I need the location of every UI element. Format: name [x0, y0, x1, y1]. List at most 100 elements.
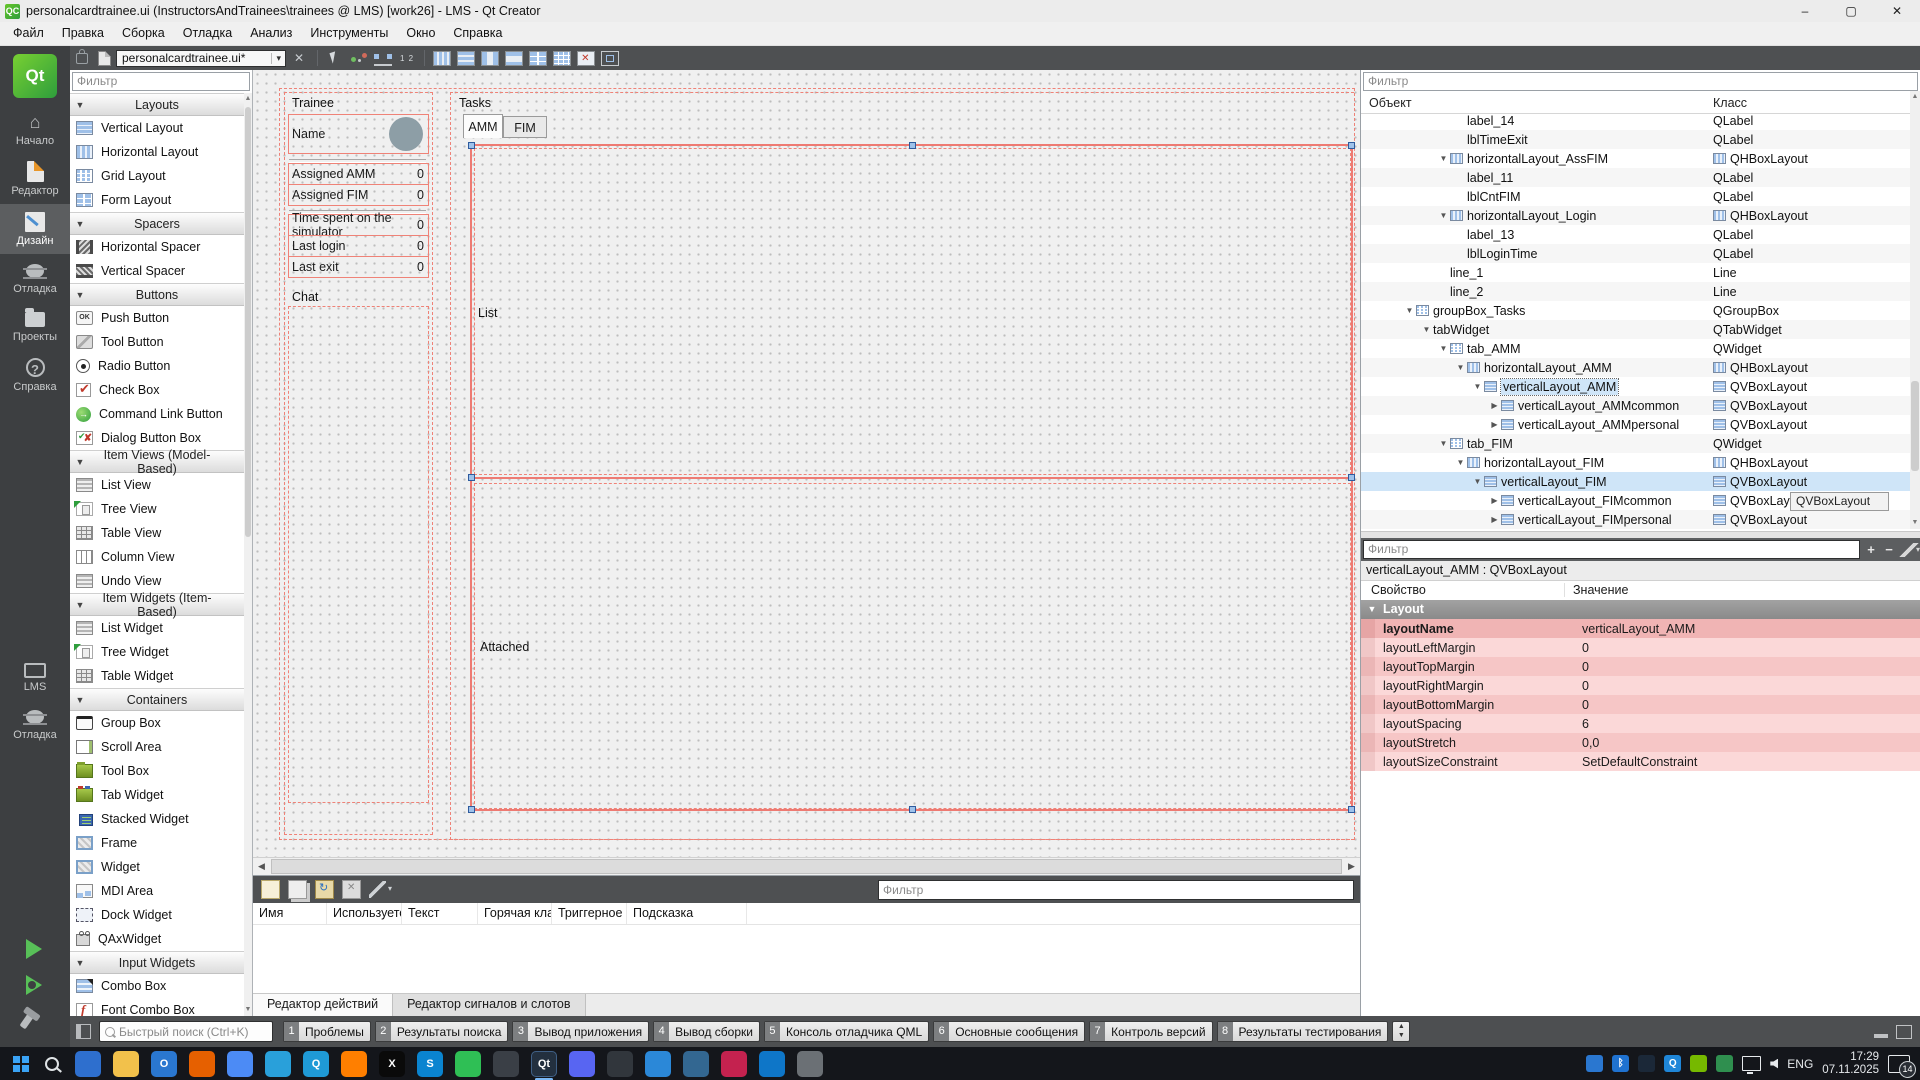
taskbar-search-icon[interactable]	[39, 1051, 65, 1077]
actions-column-0[interactable]: Имя	[253, 903, 327, 924]
layout-section-header[interactable]: ▼ Layout	[1361, 600, 1920, 619]
close-document-button[interactable]: ✕	[294, 51, 304, 65]
widget-item-column-view[interactable]: Column View	[70, 545, 244, 569]
widget-item-list-widget[interactable]: List Widget	[70, 616, 244, 640]
widgetbox-section-2[interactable]: ▼Buttons	[70, 283, 244, 306]
resize-handle[interactable]	[468, 142, 475, 149]
copy-action-icon[interactable]	[288, 880, 307, 899]
tree-row-label_13[interactable]: label_13QLabel	[1361, 225, 1910, 244]
widget-item-push-button[interactable]: Push Button	[70, 306, 244, 330]
property-value[interactable]: 0	[1574, 679, 1920, 693]
selected-layout-rect[interactable]: List Attached	[470, 144, 1353, 811]
output-pane-button-основные-сообщения[interactable]: 6Основные сообщения	[933, 1021, 1085, 1042]
chevron-down-icon[interactable]: ▼	[1437, 154, 1450, 163]
scroll-up-icon[interactable]: ▲	[1910, 91, 1920, 103]
configure-actions-icon[interactable]	[369, 881, 386, 898]
assigned-amm-row[interactable]: Assigned AMM 0	[288, 163, 429, 185]
scroll-down-icon[interactable]: ▼	[244, 1004, 252, 1016]
menu-item-0[interactable]: Файл	[4, 22, 53, 45]
object-column-header[interactable]: Объект	[1361, 96, 1412, 110]
widgetbox-section-5[interactable]: ▼Containers	[70, 688, 244, 711]
bottom-tab-0[interactable]: Редактор действий	[253, 994, 393, 1016]
tree-row-verticalLayout_AMMcommon[interactable]: ▶verticalLayout_AMMcommonQVBoxLayout	[1361, 396, 1910, 415]
chevron-down-icon[interactable]: ▼	[1420, 325, 1433, 334]
edit-widgets-icon[interactable]	[326, 51, 344, 66]
tab-amm[interactable]: AMM	[463, 114, 503, 138]
widget-item-horizontal-spacer[interactable]: Horizontal Spacer	[70, 235, 244, 259]
tree-row-label_11[interactable]: label_11QLabel	[1361, 168, 1910, 187]
widget-item-list-view[interactable]: List View	[70, 473, 244, 497]
widget-item-scroll-area[interactable]: Scroll Area	[70, 735, 244, 759]
menu-item-7[interactable]: Справка	[444, 22, 511, 45]
resize-handle[interactable]	[909, 142, 916, 149]
tree-row-lblLoginTime[interactable]: lblLoginTimeQLabel	[1361, 244, 1910, 263]
taskbar-window-app-icon[interactable]	[797, 1051, 823, 1077]
widget-item-radio-button[interactable]: Radio Button	[70, 354, 244, 378]
actions-column-3[interactable]: Горячая клавиш	[478, 903, 552, 924]
widgetbox-scrollbar[interactable]: ▲ ▼	[244, 93, 252, 1016]
chevron-down-icon[interactable]: ▼	[1437, 439, 1450, 448]
scrollbar-thumb[interactable]	[245, 107, 251, 537]
widgetbox-filter-input[interactable]: Фильтр	[72, 72, 250, 91]
widgetbox-section-4[interactable]: ▼Item Widgets (Item-Based)	[70, 593, 244, 616]
tab-fim[interactable]: FIM	[503, 116, 547, 138]
mode-editor[interactable]: Редактор	[0, 154, 70, 204]
tree-row-horizontalLayout_AMM[interactable]: ▼horizontalLayout_AMMQHBoxLayout	[1361, 358, 1910, 377]
resize-handle[interactable]	[468, 474, 475, 481]
taskbar-telegram-icon[interactable]	[265, 1051, 291, 1077]
layout-vertical-splitter-icon[interactable]	[505, 51, 523, 66]
property-row-layoutSizeConstraint[interactable]: layoutSizeConstraintSetDefaultConstraint	[1361, 752, 1920, 771]
actions-column-5[interactable]: Подсказка	[627, 903, 747, 924]
lock-icon[interactable]	[76, 53, 88, 64]
configure-properties-icon[interactable]	[1898, 543, 1920, 557]
widget-item-tool-box[interactable]: Tool Box	[70, 759, 244, 783]
widget-item-tree-view[interactable]: Tree View	[70, 497, 244, 521]
scroll-right-icon[interactable]: ▶	[1343, 858, 1360, 875]
property-row-layoutTopMargin[interactable]: layoutTopMargin0	[1361, 657, 1920, 676]
tray-steam-icon[interactable]	[1638, 1055, 1655, 1072]
widget-item-vertical-spacer[interactable]: Vertical Spacer	[70, 259, 244, 283]
chevron-down-icon[interactable]: ▼	[1437, 211, 1450, 220]
widget-item-table-widget[interactable]: Table Widget	[70, 664, 244, 688]
taskbar-vscode-icon[interactable]	[759, 1051, 785, 1077]
chevron-right-icon[interactable]: ▶	[1488, 401, 1501, 410]
edit-tab-order-icon[interactable]: 1 2	[398, 51, 416, 66]
widgetbox-section-3[interactable]: ▼Item Views (Model-Based)	[70, 450, 244, 473]
widget-item-stacked-widget[interactable]: Stacked Widget	[70, 807, 244, 831]
tree-row-lblCntFIM[interactable]: lblCntFIMQLabel	[1361, 187, 1910, 206]
mode-help[interactable]: ?Справка	[0, 350, 70, 400]
remove-property-button[interactable]: −	[1880, 542, 1898, 557]
tree-row-horizontalLayout_FIM[interactable]: ▼horizontalLayout_FIMQHBoxLayout	[1361, 453, 1910, 472]
property-value[interactable]: 0	[1574, 660, 1920, 674]
widget-item-dock-widget[interactable]: Dock Widget	[70, 903, 244, 927]
maximize-button[interactable]: ▢	[1828, 0, 1874, 22]
chevron-down-icon[interactable]: ▼	[1403, 306, 1416, 315]
maximize-output-icon[interactable]	[1896, 1025, 1912, 1039]
scrollbar-thumb[interactable]	[271, 859, 1342, 874]
chevron-down-icon[interactable]: ▼	[1471, 382, 1484, 391]
widgetbox-section-1[interactable]: ▼Spacers	[70, 212, 244, 235]
mode-home[interactable]: ⌂Начало	[0, 104, 70, 154]
run-button[interactable]	[0, 931, 70, 967]
taskbar-whatsapp-icon[interactable]	[455, 1051, 481, 1077]
new-action-icon[interactable]	[261, 880, 280, 899]
taskbar-x-icon[interactable]: X	[379, 1051, 405, 1077]
property-value[interactable]: 0,0	[1574, 736, 1920, 750]
open-document-selector[interactable]: personalcardtrainee.ui* ▾	[116, 50, 286, 67]
adjust-size-icon[interactable]	[601, 51, 619, 66]
value-column-header[interactable]: Значение	[1564, 583, 1628, 597]
tray-mail-tray-icon[interactable]	[1586, 1055, 1603, 1072]
widget-item-command-link-button[interactable]: Command Link Button	[70, 402, 244, 426]
delete-action-icon[interactable]	[342, 880, 361, 899]
tree-row-tabWidget[interactable]: ▼tabWidgetQTabWidget	[1361, 320, 1910, 339]
chevron-down-icon[interactable]: ▼	[1471, 477, 1484, 486]
property-value[interactable]: verticalLayout_AMM	[1574, 622, 1920, 636]
tree-row-tab_FIM[interactable]: ▼tab_FIMQWidget	[1361, 434, 1910, 453]
assigned-fim-row[interactable]: Assigned FIM 0	[288, 184, 429, 206]
layout-vertical-icon[interactable]	[457, 51, 475, 66]
tree-row-label_14[interactable]: label_14QLabel	[1361, 111, 1910, 130]
resize-handle[interactable]	[1348, 142, 1355, 149]
tree-row-verticalLayout_FIMpersonal[interactable]: ▶verticalLayout_FIMpersonalQVBoxLayout	[1361, 510, 1910, 529]
output-pane-spinner[interactable]: ▲▼	[1392, 1021, 1410, 1042]
widget-item-table-view[interactable]: Table View	[70, 521, 244, 545]
